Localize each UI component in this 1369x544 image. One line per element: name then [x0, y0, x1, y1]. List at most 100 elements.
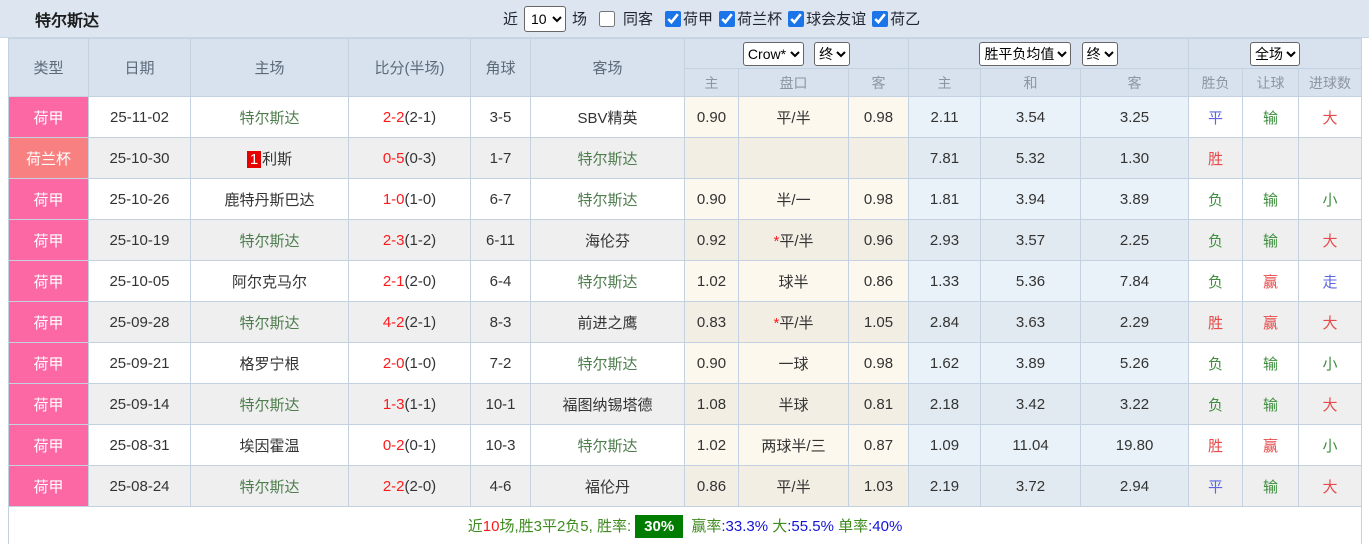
goals-cell: 走: [1298, 260, 1363, 302]
away-team: 特尔斯达: [530, 260, 685, 302]
league-filter-checkbox[interactable]: [872, 10, 889, 27]
match-history-panel: 特尔斯达 近 10 场 同客 荷甲 荷兰杯 球会友谊 荷乙 类型 日期 主场 比分(半…: [0, 0, 1369, 544]
result-cell: 负: [1188, 383, 1244, 425]
odds-away: [847, 137, 910, 179]
avg-home-odds: 1.81: [908, 178, 982, 220]
col-header-score: 比分(半场): [348, 38, 471, 97]
avg-draw-odds: 3.89: [980, 342, 1082, 384]
match-date: 25-10-19: [88, 219, 191, 261]
handicap-result-cell: 输: [1242, 96, 1300, 138]
score-cell: 1-0(1-0): [348, 178, 471, 220]
corner-cell: 1-7: [470, 137, 531, 179]
handicap-cell: 两球半/三: [738, 424, 849, 466]
match-row: 荷甲 25-08-24 特尔斯达 2-2(2-0) 4-6 福伦丹 0.86 平…: [8, 465, 1363, 507]
home-team: 阿尔克马尔: [190, 260, 349, 302]
odds-home: 1.02: [684, 260, 739, 302]
odds-away: 1.03: [847, 465, 910, 507]
score-cell: 2-1(2-0): [348, 260, 471, 302]
league-filter-checkbox[interactable]: [719, 10, 736, 27]
odds-away: 0.96: [847, 219, 910, 261]
score-cell: 0-5(0-3): [348, 137, 471, 179]
odds-home: 0.90: [684, 96, 739, 138]
goals-cell: 小: [1298, 178, 1363, 220]
avg-home-odds: 2.11: [908, 96, 982, 138]
avg-home-odds: 1.33: [908, 260, 982, 302]
league-badge: 荷甲: [8, 96, 89, 138]
avg-draw-odds: 3.72: [980, 465, 1082, 507]
same-opponent-checkbox[interactable]: [599, 10, 616, 27]
bookmaker-time-select[interactable]: 终: [814, 41, 851, 66]
odds-home: 0.92: [684, 219, 739, 261]
scope-select[interactable]: 全场: [1250, 41, 1301, 66]
odds-home: 1.02: [684, 424, 739, 466]
away-team: 特尔斯达: [530, 137, 685, 179]
bookmaker-select[interactable]: Crow*: [742, 41, 804, 66]
handicap-cell: *平/半: [738, 219, 849, 261]
summary-text: 大: [768, 518, 788, 535]
subcol-header-1: 盘口: [738, 68, 849, 97]
goals-cell: 小: [1298, 342, 1363, 384]
away-team: 特尔斯达: [530, 424, 685, 466]
topbar: 特尔斯达 近 10 场 同客 荷甲 荷兰杯 球会友谊 荷乙: [0, 0, 1369, 38]
goals-cell: [1298, 137, 1363, 179]
home-team: 1 利斯: [190, 137, 349, 179]
score-cell: 1-3(1-1): [348, 383, 471, 425]
match-date: 25-11-02: [88, 96, 191, 138]
corner-cell: 4-6: [470, 465, 531, 507]
avg-home-odds: 2.18: [908, 383, 982, 425]
col-header-home: 主场: [190, 38, 349, 97]
league-filter-checkbox[interactable]: [788, 10, 805, 27]
handicap-cell: 半球: [738, 383, 849, 425]
odds-away: 0.98: [847, 96, 910, 138]
match-date: 25-09-14: [88, 383, 191, 425]
avg-draw-odds: 3.63: [980, 301, 1082, 343]
avg-away-odds: 2.94: [1080, 465, 1190, 507]
handicap-cell: 平/半: [738, 465, 849, 507]
league-filter-3: 荷乙: [866, 8, 920, 29]
avg-away-odds: 2.29: [1080, 301, 1190, 343]
league-filter-1: 荷兰杯: [713, 8, 782, 29]
handicap-result-cell: 输: [1242, 178, 1300, 220]
away-team: 福伦丹: [530, 465, 685, 507]
match-row: 荷甲 25-09-14 特尔斯达 1-3(1-1) 10-1 福图纳锡塔德 1.…: [8, 383, 1363, 425]
match-row: 荷甲 25-11-02 特尔斯达 2-2(2-1) 3-5 SBV精英 0.90…: [8, 96, 1363, 138]
near-label: 近: [503, 11, 519, 28]
subcol-header-3: 主: [908, 68, 982, 97]
home-team: 鹿特丹斯巴达: [190, 178, 349, 220]
result-cell: 负: [1188, 342, 1244, 384]
match-date: 25-10-05: [88, 260, 191, 302]
result-cell: 负: [1188, 219, 1244, 261]
handicap-cell: 平/半: [738, 96, 849, 138]
col-header-date: 日期: [88, 38, 191, 97]
avg-time-select[interactable]: 终: [1081, 41, 1118, 66]
avg-draw-odds: 3.94: [980, 178, 1082, 220]
league-filter-0: 荷甲: [659, 8, 713, 29]
subcol-header-4: 和: [980, 68, 1082, 97]
avg-home-odds: 1.09: [908, 424, 982, 466]
win-rate-badge: 30%: [635, 515, 684, 538]
avg-draw-odds: 3.54: [980, 96, 1082, 138]
home-team: 特尔斯达: [190, 96, 349, 138]
league-filter-group: 荷甲 荷兰杯 球会友谊 荷乙: [659, 8, 920, 29]
corner-cell: 10-1: [470, 383, 531, 425]
goals-cell: 大: [1298, 96, 1363, 138]
result-cell: 胜: [1188, 301, 1244, 343]
score-cell: 2-3(1-2): [348, 219, 471, 261]
avg-odds-select[interactable]: 胜平负均值: [979, 41, 1072, 66]
subcol-header-0: 主: [684, 68, 739, 97]
league-badge: 荷兰杯: [8, 137, 89, 179]
avg-away-odds: 1.30: [1080, 137, 1190, 179]
same-opponent-label: 同客: [623, 11, 654, 28]
league-filter-checkbox[interactable]: [665, 10, 682, 27]
handicap-cell: [738, 137, 849, 179]
summary-text: :55.5%: [787, 518, 834, 535]
subcol-header-5: 客: [1080, 68, 1190, 97]
league-badge: 荷甲: [8, 301, 89, 343]
odds-away: 0.98: [847, 178, 910, 220]
avg-away-odds: 7.84: [1080, 260, 1190, 302]
match-count-select[interactable]: 10: [524, 5, 567, 32]
avg-home-odds: 2.93: [908, 219, 982, 261]
odds-home: 0.83: [684, 301, 739, 343]
handicap-result-cell: 赢: [1242, 424, 1300, 466]
away-team: SBV精英: [530, 96, 685, 138]
